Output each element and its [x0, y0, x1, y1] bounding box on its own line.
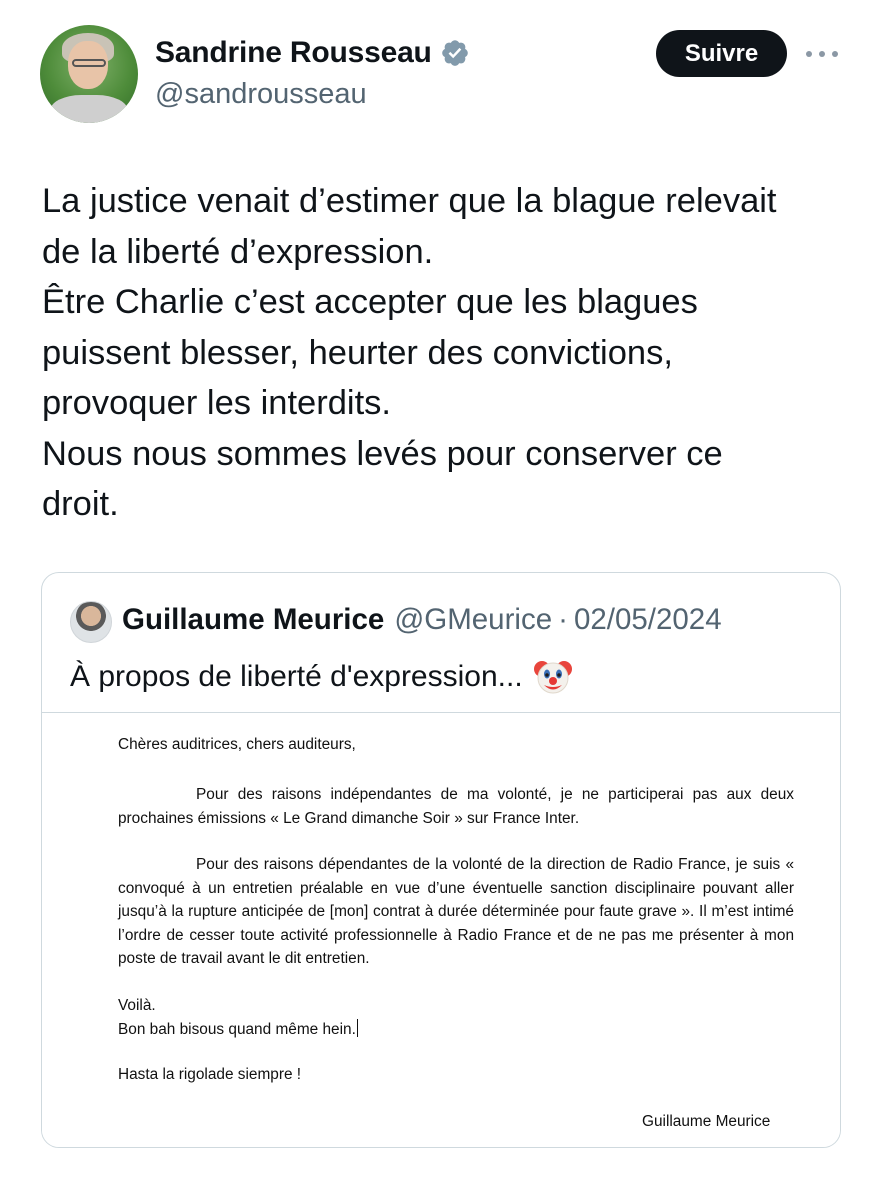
follow-button[interactable]: Suivre [656, 30, 787, 77]
more-dot [806, 51, 812, 57]
avatar-glasses-shape [72, 59, 106, 67]
letter-closing-lines: Voilà. Bon bah bisous quand même hein. [118, 994, 358, 1041]
header-separator: · [558, 603, 568, 636]
author-display-name[interactable]: Sandrine Rousseau [155, 36, 432, 70]
quoted-author-name[interactable]: Guillaume Meurice [122, 603, 384, 637]
tweet-text-line: La justice venait d’estimer que la blagu… [42, 182, 777, 220]
tweet-text-line: provoquer les interdits. [42, 384, 392, 422]
tweet-text-line: puissent blesser, heurter des conviction… [42, 333, 673, 372]
quoted-tweet-card[interactable]: Guillaume Meurice @GMeurice · 02/05/2024… [41, 572, 841, 1148]
verified-badge-icon[interactable] [440, 38, 470, 68]
tweet-text-line: Être Charlie c’est accepter que les blag… [42, 283, 698, 321]
tweet-text-line: Nous nous sommes levés pour conserver ce [42, 434, 723, 473]
tweet-text-line: de la liberté d’expression. [42, 232, 434, 271]
more-dot [832, 51, 838, 57]
letter-line-voila: Voilà. [118, 997, 156, 1014]
letter-sign-off: Hasta la rigolade siempre ! [118, 1066, 302, 1083]
more-options-icon[interactable] [806, 48, 838, 60]
tweet-page: Sandrine Rousseau @sandrousseau Suivre L… [0, 0, 874, 1200]
more-dot [819, 51, 825, 57]
quoted-tweet-date[interactable]: 02/05/2024 [574, 603, 722, 637]
quoted-author-avatar[interactable] [70, 601, 112, 643]
letter-signature: Guillaume Meurice [642, 1113, 771, 1130]
letter-greeting: Chères auditrices, chers auditeurs, [118, 736, 356, 753]
quoted-tweet-text: À propos de liberté d'expression... [70, 660, 523, 693]
text-cursor [356, 1018, 358, 1037]
letter-paragraph-2-block: Pour des raisons dépendantes de la volon… [118, 853, 794, 971]
avatar-body-shape [50, 95, 128, 123]
clown-face-icon [533, 657, 573, 697]
letter-paragraph-1-block: Pour des raisons indépendantes de ma vol… [118, 783, 794, 830]
author-handle[interactable]: @sandrousseau [155, 78, 367, 111]
quoted-tweet-image[interactable]: Chères auditrices, chers auditeurs, Pour… [42, 712, 840, 1147]
author-name-row: Sandrine Rousseau [155, 36, 470, 70]
quoted-tweet-header: Guillaume Meurice @GMeurice · 02/05/2024 [122, 603, 722, 637]
letter-paragraph-2: Pour des raisons dépendantes de la volon… [118, 856, 794, 967]
tweet-text-line: droit. [42, 485, 119, 523]
letter-line-bisous: Bon bah bisous quand même hein. [118, 1020, 356, 1038]
author-avatar[interactable] [40, 25, 138, 123]
letter-paragraph-1: Pour des raisons indépendantes de ma vol… [118, 786, 794, 827]
quoted-tweet-text-row: À propos de liberté d'expression... [70, 657, 573, 697]
tweet-text: La justice venait d’estimer que la blagu… [42, 176, 852, 530]
quoted-author-handle[interactable]: @GMeurice [394, 603, 552, 637]
